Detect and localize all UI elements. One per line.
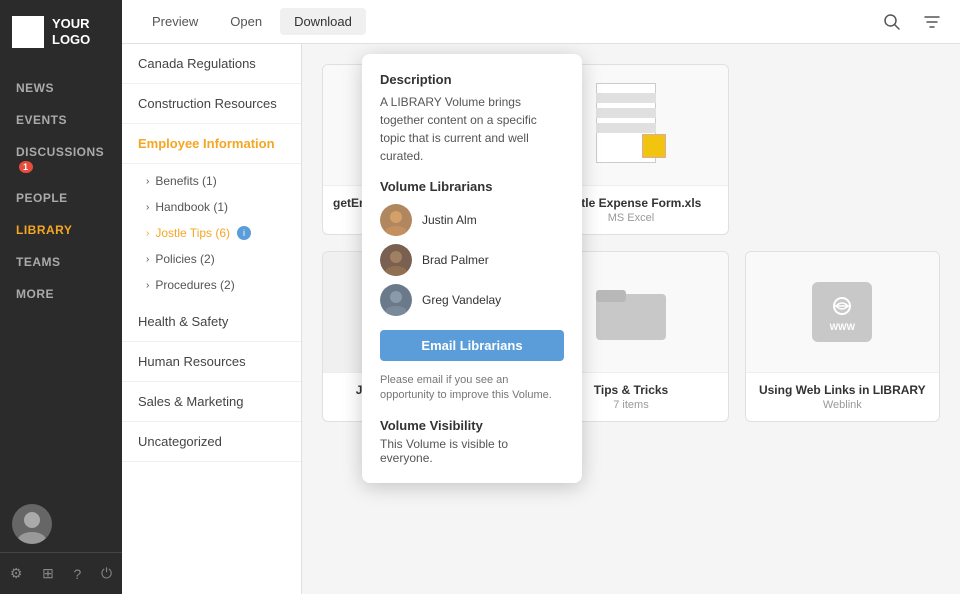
librarian-1-name: Justin Alm: [422, 213, 477, 227]
chevron-right-icon: ›: [146, 280, 149, 291]
handbook-item[interactable]: › Handbook (1): [122, 194, 301, 220]
jostle-tips-item[interactable]: › Jostle Tips (6) i: [122, 220, 301, 246]
popup-description-title: Description: [380, 72, 564, 87]
sidebar-item-teams[interactable]: TEAMS: [0, 246, 122, 278]
popup-librarians-title: Volume Librarians: [380, 179, 564, 194]
search-icon[interactable]: [876, 6, 908, 38]
info-badge: i: [237, 226, 251, 240]
popup-visibility-text: This Volume is visible to everyone.: [380, 437, 564, 465]
discussions-badge: 1: [19, 161, 33, 173]
sidebar-item-news[interactable]: NEWS: [0, 72, 122, 104]
librarian-1-avatar: [380, 204, 412, 236]
popup-note: Please email if you see an opportunity t…: [380, 373, 564, 404]
sidebar-item-people[interactable]: PEOPLE: [0, 182, 122, 214]
sales-marketing-item[interactable]: Sales & Marketing: [122, 382, 301, 422]
logo-area: YOUR LOGO: [0, 0, 122, 64]
popup-overlay: Description A LIBRARY Volume brings toge…: [302, 44, 960, 594]
human-resources-item[interactable]: Human Resources: [122, 342, 301, 382]
chevron-right-icon: ›: [146, 202, 149, 213]
topbar-nav: Preview Open Download: [122, 8, 864, 35]
librarian-2-name: Brad Palmer: [422, 253, 489, 267]
open-btn[interactable]: Open: [216, 8, 276, 35]
procedures-item[interactable]: › Procedures (2): [122, 272, 301, 298]
sidebar: YOUR LOGO NEWS EVENTS DISCUSSIONS 1 PEOP…: [0, 0, 122, 594]
sidebar-item-library[interactable]: LIBRARY: [0, 214, 122, 246]
help-icon[interactable]: ?: [74, 566, 82, 582]
librarian-3: Greg Vandelay: [380, 284, 564, 316]
librarian-2: Brad Palmer: [380, 244, 564, 276]
librarian-3-name: Greg Vandelay: [422, 293, 501, 307]
info-popup: Description A LIBRARY Volume brings toge…: [362, 54, 582, 483]
email-librarians-button[interactable]: Email Librarians: [380, 330, 564, 361]
sidebar-item-discussions[interactable]: DISCUSSIONS 1: [0, 136, 122, 182]
grid-area: Description A LIBRARY Volume brings toge…: [302, 44, 960, 594]
employee-sub-items: › Benefits (1) › Handbook (1) › Jostle T…: [122, 164, 301, 302]
left-panel: Canada Regulations Construction Resource…: [122, 44, 302, 594]
power-icon[interactable]: ⏻: [101, 565, 112, 582]
nav-items: NEWS EVENTS DISCUSSIONS 1 PEOPLE LIBRARY…: [0, 64, 122, 496]
topbar-actions: [864, 6, 960, 38]
librarian-3-avatar: [380, 284, 412, 316]
benefits-item[interactable]: › Benefits (1): [122, 168, 301, 194]
filter-icon[interactable]: [916, 6, 948, 38]
health-safety-item[interactable]: Health & Safety: [122, 302, 301, 342]
settings-icon[interactable]: ⚙: [10, 565, 23, 582]
preview-btn[interactable]: Preview: [138, 8, 212, 35]
panel-section: Canada Regulations Construction Resource…: [122, 44, 301, 462]
main-area: Preview Open Download: [122, 0, 960, 594]
sidebar-item-events[interactable]: EVENTS: [0, 104, 122, 136]
policies-item[interactable]: › Policies (2): [122, 246, 301, 272]
employee-information-item[interactable]: Employee Information: [122, 124, 301, 164]
librarian-1: Justin Alm: [380, 204, 564, 236]
topbar: Preview Open Download: [122, 0, 960, 44]
sidebar-item-more[interactable]: MORE: [0, 278, 122, 310]
content-area: Canada Regulations Construction Resource…: [122, 44, 960, 594]
librarian-list: Justin Alm Brad Palmer: [380, 204, 564, 316]
canada-regulations-item[interactable]: Canada Regulations: [122, 44, 301, 84]
uncategorized-item[interactable]: Uncategorized: [122, 422, 301, 462]
logo-box: [12, 16, 44, 48]
construction-resources-item[interactable]: Construction Resources: [122, 84, 301, 124]
equalizer-icon[interactable]: ⊞: [42, 565, 54, 582]
librarian-2-avatar: [380, 244, 412, 276]
download-btn[interactable]: Download: [280, 8, 366, 35]
popup-visibility-title: Volume Visibility: [380, 418, 564, 433]
chevron-right-icon: ›: [146, 254, 149, 265]
popup-description-text: A LIBRARY Volume brings together content…: [380, 93, 564, 165]
chevron-right-icon: ›: [146, 228, 149, 239]
chevron-right-icon: ›: [146, 176, 149, 187]
sidebar-bottom: ⚙ ⊞ ? ⏻: [0, 552, 122, 594]
logo-text: YOUR LOGO: [52, 16, 110, 47]
user-avatar[interactable]: [12, 504, 52, 544]
